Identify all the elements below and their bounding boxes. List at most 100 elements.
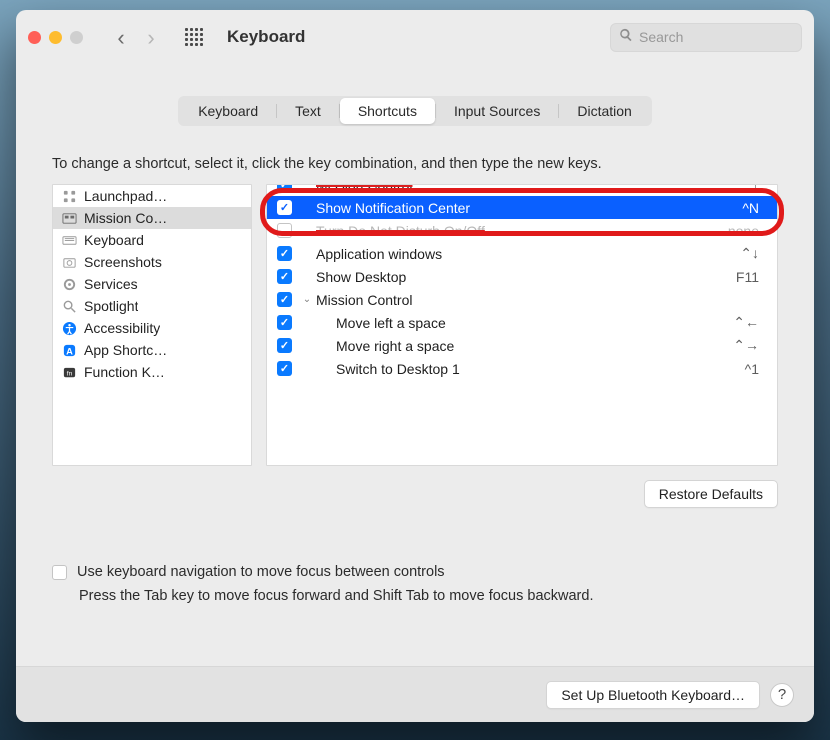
content-area: KeyboardTextShortcutsInput SourcesDictat… bbox=[16, 64, 814, 666]
window-title: Keyboard bbox=[227, 27, 602, 47]
titlebar: ‹ › Keyboard bbox=[16, 10, 814, 64]
shortcut-key[interactable]: ^1 bbox=[745, 361, 759, 377]
shortcut-checkbox[interactable]: ✓ bbox=[277, 315, 292, 330]
sidebar-item-launchpad[interactable]: Launchpad… bbox=[53, 185, 251, 207]
sidebar-item-app-shortcuts[interactable]: A App Shortc… bbox=[53, 339, 251, 361]
shortcut-row[interactable]: ✓ Move left a space⌃← bbox=[267, 311, 777, 334]
sidebar-item-label: Function K… bbox=[84, 364, 165, 380]
instruction-text: To change a shortcut, select it, click t… bbox=[52, 156, 778, 172]
help-button[interactable]: ? bbox=[770, 683, 794, 707]
services-icon bbox=[61, 276, 77, 292]
tab-dictation[interactable]: Dictation bbox=[559, 98, 649, 124]
shortcut-label: Show Notification Center bbox=[316, 200, 742, 216]
shortcut-label: Move right a space bbox=[336, 338, 733, 354]
shortcut-row[interactable]: Turn Do Not Disturb On/Offnone bbox=[267, 219, 777, 242]
sidebar-item-label: App Shortc… bbox=[84, 342, 167, 358]
close-button[interactable] bbox=[28, 31, 41, 44]
sidebar-item-label: Keyboard bbox=[84, 232, 144, 248]
panels: Launchpad… Mission Co… Keyboard Screenshots… bbox=[52, 184, 778, 466]
tab-shortcuts[interactable]: Shortcuts bbox=[340, 98, 435, 124]
preferences-window: ‹ › Keyboard KeyboardTextShortcutsInput … bbox=[16, 10, 814, 722]
launchpad-icon bbox=[61, 188, 77, 204]
tab-input-sources[interactable]: Input Sources bbox=[436, 98, 558, 124]
shortcut-checkbox[interactable]: ✓ bbox=[277, 269, 292, 284]
tab-keyboard[interactable]: Keyboard bbox=[180, 98, 276, 124]
svg-text:A: A bbox=[66, 346, 73, 356]
back-button[interactable]: ‹ bbox=[109, 25, 133, 49]
shortcut-key[interactable]: ⌃→ bbox=[733, 337, 759, 354]
sidebar-item-label: Screenshots bbox=[84, 254, 162, 270]
keyboard-nav-section: Use keyboard navigation to move focus be… bbox=[52, 564, 778, 604]
shortcut-list[interactable]: ✓Mission Control⌃↑✓Show Notification Cen… bbox=[266, 184, 778, 466]
app-shortcuts-icon: A bbox=[61, 342, 77, 358]
shortcut-checkbox[interactable]: ✓ bbox=[277, 184, 292, 192]
nav-buttons: ‹ › bbox=[109, 25, 163, 49]
shortcut-checkbox[interactable]: ✓ bbox=[277, 292, 292, 307]
forward-button: › bbox=[139, 25, 163, 49]
shortcut-checkbox[interactable]: ✓ bbox=[277, 200, 292, 215]
keyboard-nav-checkbox[interactable] bbox=[52, 565, 67, 580]
tab-text[interactable]: Text bbox=[277, 98, 339, 124]
sidebar-item-label: Mission Co… bbox=[84, 210, 167, 226]
shortcut-label: Application windows bbox=[316, 246, 740, 262]
sidebar-item-label: Spotlight bbox=[84, 298, 138, 314]
shortcut-label: Turn Do Not Disturb On/Off bbox=[316, 223, 728, 239]
shortcut-label: Mission Control bbox=[316, 292, 759, 308]
sidebar-item-accessibility[interactable]: Accessibility bbox=[53, 317, 251, 339]
show-all-icon[interactable] bbox=[185, 28, 203, 46]
shortcut-key[interactable]: ⌃↑ bbox=[740, 184, 759, 193]
sidebar-item-spotlight[interactable]: Spotlight bbox=[53, 295, 251, 317]
shortcut-row[interactable]: ✓ ⌄Mission Control bbox=[267, 288, 777, 311]
shortcut-label: Show Desktop bbox=[316, 269, 736, 285]
shortcut-row[interactable]: ✓ Show DesktopF11 bbox=[267, 265, 777, 288]
sidebar-item-label: Services bbox=[84, 276, 138, 292]
shortcut-checkbox[interactable]: ✓ bbox=[277, 361, 292, 376]
shortcut-row[interactable]: ✓ Application windows⌃↓ bbox=[267, 242, 777, 265]
spotlight-icon bbox=[61, 298, 77, 314]
keyboard-nav-description: Press the Tab key to move focus forward … bbox=[79, 588, 778, 604]
shortcut-key[interactable]: none bbox=[728, 223, 759, 239]
shortcut-key[interactable]: F11 bbox=[736, 269, 759, 285]
sidebar-item-screenshots[interactable]: Screenshots bbox=[53, 251, 251, 273]
shortcut-row[interactable]: ✓ Move right a space⌃→ bbox=[267, 334, 777, 357]
shortcut-row[interactable]: ✓ Mission Control⌃↑ bbox=[267, 184, 777, 196]
search-field[interactable] bbox=[610, 23, 802, 52]
shortcut-key[interactable]: ⌃← bbox=[733, 314, 759, 331]
shortcut-checkbox[interactable] bbox=[277, 223, 292, 238]
shortcut-checkbox[interactable]: ✓ bbox=[277, 338, 292, 353]
shortcut-label: Switch to Desktop 1 bbox=[336, 361, 745, 377]
shortcut-key[interactable]: ⌃↓ bbox=[740, 245, 759, 262]
window-controls bbox=[28, 31, 83, 44]
svg-text:fn: fn bbox=[66, 370, 72, 377]
zoom-button bbox=[70, 31, 83, 44]
disclosure-triangle-icon[interactable]: ⌄ bbox=[300, 294, 314, 305]
shortcut-label: Mission Control bbox=[316, 184, 740, 193]
sidebar-item-services[interactable]: Services bbox=[53, 273, 251, 295]
search-icon bbox=[619, 28, 633, 47]
search-input[interactable] bbox=[639, 29, 814, 45]
shortcut-list-wrap: ✓Mission Control⌃↑✓Show Notification Cen… bbox=[266, 184, 778, 466]
tab-bar: KeyboardTextShortcutsInput SourcesDictat… bbox=[52, 96, 778, 126]
minimize-button[interactable] bbox=[49, 31, 62, 44]
mission-control-icon bbox=[61, 210, 77, 226]
shortcut-label: Move left a space bbox=[336, 315, 733, 331]
shortcut-key[interactable]: ^N bbox=[742, 200, 759, 216]
accessibility-icon bbox=[61, 320, 77, 336]
restore-defaults-button[interactable]: Restore Defaults bbox=[644, 480, 778, 508]
keyboard-nav-label: Use keyboard navigation to move focus be… bbox=[77, 564, 445, 580]
sidebar-item-keyboard[interactable]: Keyboard bbox=[53, 229, 251, 251]
bluetooth-keyboard-button[interactable]: Set Up Bluetooth Keyboard… bbox=[546, 681, 760, 709]
restore-row: Restore Defaults bbox=[52, 480, 778, 508]
function-keys-icon: fn bbox=[61, 364, 77, 380]
shortcut-row[interactable]: ✓ Show Notification Center^N bbox=[267, 196, 777, 219]
footer: Set Up Bluetooth Keyboard… ? bbox=[16, 666, 814, 722]
sidebar-item-label: Launchpad… bbox=[84, 188, 167, 204]
shortcut-checkbox[interactable]: ✓ bbox=[277, 246, 292, 261]
sidebar-item-label: Accessibility bbox=[84, 320, 160, 336]
shortcut-row[interactable]: ✓ Switch to Desktop 1^1 bbox=[267, 357, 777, 380]
sidebar-item-mission-control[interactable]: Mission Co… bbox=[53, 207, 251, 229]
sidebar-item-function-keys[interactable]: fn Function K… bbox=[53, 361, 251, 383]
keyboard-icon bbox=[61, 232, 77, 248]
category-sidebar[interactable]: Launchpad… Mission Co… Keyboard Screenshots… bbox=[52, 184, 252, 466]
screenshots-icon bbox=[61, 254, 77, 270]
